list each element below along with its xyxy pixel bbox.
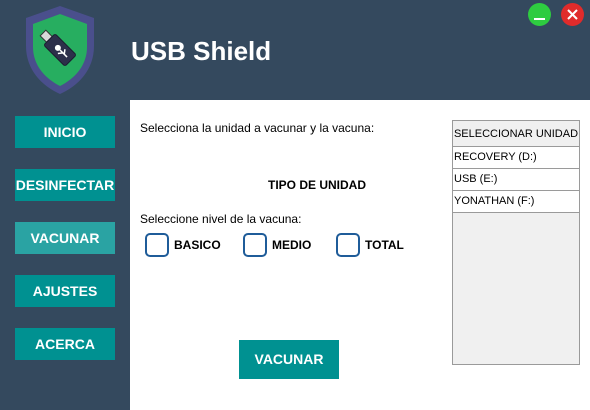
drive-list[interactable]: SELECCIONAR UNIDAD RECOVERY (D:) USB (E:… xyxy=(452,120,580,365)
main-panel: Selecciona la unidad a vacunar y la vacu… xyxy=(130,100,590,410)
checkbox-box[interactable] xyxy=(336,233,360,257)
tipo-unidad-label: TIPO DE UNIDAD xyxy=(268,178,367,192)
total-checkbox[interactable]: TOTAL xyxy=(336,233,404,257)
medio-checkbox[interactable]: MEDIO xyxy=(243,233,311,257)
checkbox-label-medio: MEDIO xyxy=(272,238,312,252)
minimize-icon[interactable] xyxy=(528,3,551,26)
checkbox-label-total: TOTAL xyxy=(365,238,404,252)
nav-ajustes-button[interactable]: AJUSTES xyxy=(15,275,115,307)
checkbox-label-basico: BASICO xyxy=(174,238,221,252)
nav-vacunar-button[interactable]: VACUNAR xyxy=(15,222,115,254)
checkbox-box[interactable] xyxy=(243,233,267,257)
basico-checkbox[interactable]: BASICO xyxy=(145,233,221,257)
drive-item-recovery[interactable]: RECOVERY (D:) xyxy=(453,147,579,169)
sidebar: INICIO DESINFECTAR VACUNAR AJUSTES ACERC… xyxy=(0,100,130,410)
drive-item-yonathan[interactable]: YONATHAN (F:) xyxy=(453,191,579,213)
checkbox-box[interactable] xyxy=(145,233,169,257)
close-icon[interactable] xyxy=(561,3,584,26)
nav-inicio-button[interactable]: INICIO xyxy=(15,116,115,148)
nav-acerca-button[interactable]: ACERCA xyxy=(15,328,115,360)
drive-list-header[interactable]: SELECCIONAR UNIDAD xyxy=(453,121,579,147)
usb-shield-logo-icon xyxy=(26,6,94,94)
drive-item-usb[interactable]: USB (E:) xyxy=(453,169,579,191)
instruction-text: Selecciona la unidad a vacunar y la vacu… xyxy=(140,121,375,135)
app-title: USB Shield xyxy=(131,36,272,66)
header: USB Shield xyxy=(0,0,590,100)
nav-desinfectar-button[interactable]: DESINFECTAR xyxy=(15,169,115,201)
vacunar-button[interactable]: VACUNAR xyxy=(239,340,339,379)
nivel-vacuna-label: Seleccione nivel de la vacuna: xyxy=(140,212,302,226)
